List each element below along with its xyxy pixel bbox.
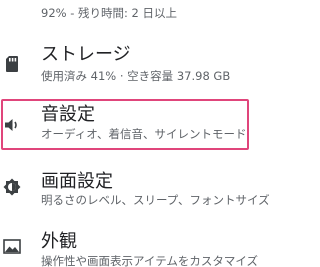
display-title: 画面設定 — [41, 171, 113, 192]
settings-item-display[interactable]: 画面設定 明るさのレベル、スリープ、フォントサイズ — [0, 165, 270, 215]
display-summary: 明るさのレベル、スリープ、フォントサイズ — [41, 193, 270, 207]
volume-icon — [2, 115, 22, 135]
settings-list: 92% - 残り時間: 2 日以上 ストレージ 使用済み 41% · 空き容量 … — [0, 0, 270, 267]
sd-card-icon — [2, 54, 22, 74]
appearance-title: 外観 — [41, 231, 77, 252]
sound-title: 音設定 — [41, 104, 95, 125]
settings-item-storage[interactable]: ストレージ 使用済み 41% · 空き容量 37.98 GB — [0, 38, 270, 88]
settings-item-appearance[interactable]: 外観 操作性や画面表示アイテムをカスタマイズ — [0, 224, 270, 267]
brightness-icon — [2, 177, 22, 197]
storage-title: ストレージ — [41, 44, 131, 65]
storage-summary: 使用済み 41% · 空き容量 37.98 GB — [41, 69, 231, 83]
highlight-box — [1, 99, 249, 150]
settings-item-battery[interactable]: 92% - 残り時間: 2 日以上 — [0, 0, 270, 26]
appearance-summary: 操作性や画面表示アイテムをカスタマイズ — [41, 254, 259, 267]
wallpaper-icon — [2, 236, 22, 256]
settings-item-sound[interactable]: 音設定 オーディオ、着信音、サイレントモード — [0, 99, 270, 150]
sound-summary: オーディオ、着信音、サイレントモード — [41, 127, 247, 141]
battery-summary: 92% - 残り時間: 2 日以上 — [41, 6, 178, 20]
